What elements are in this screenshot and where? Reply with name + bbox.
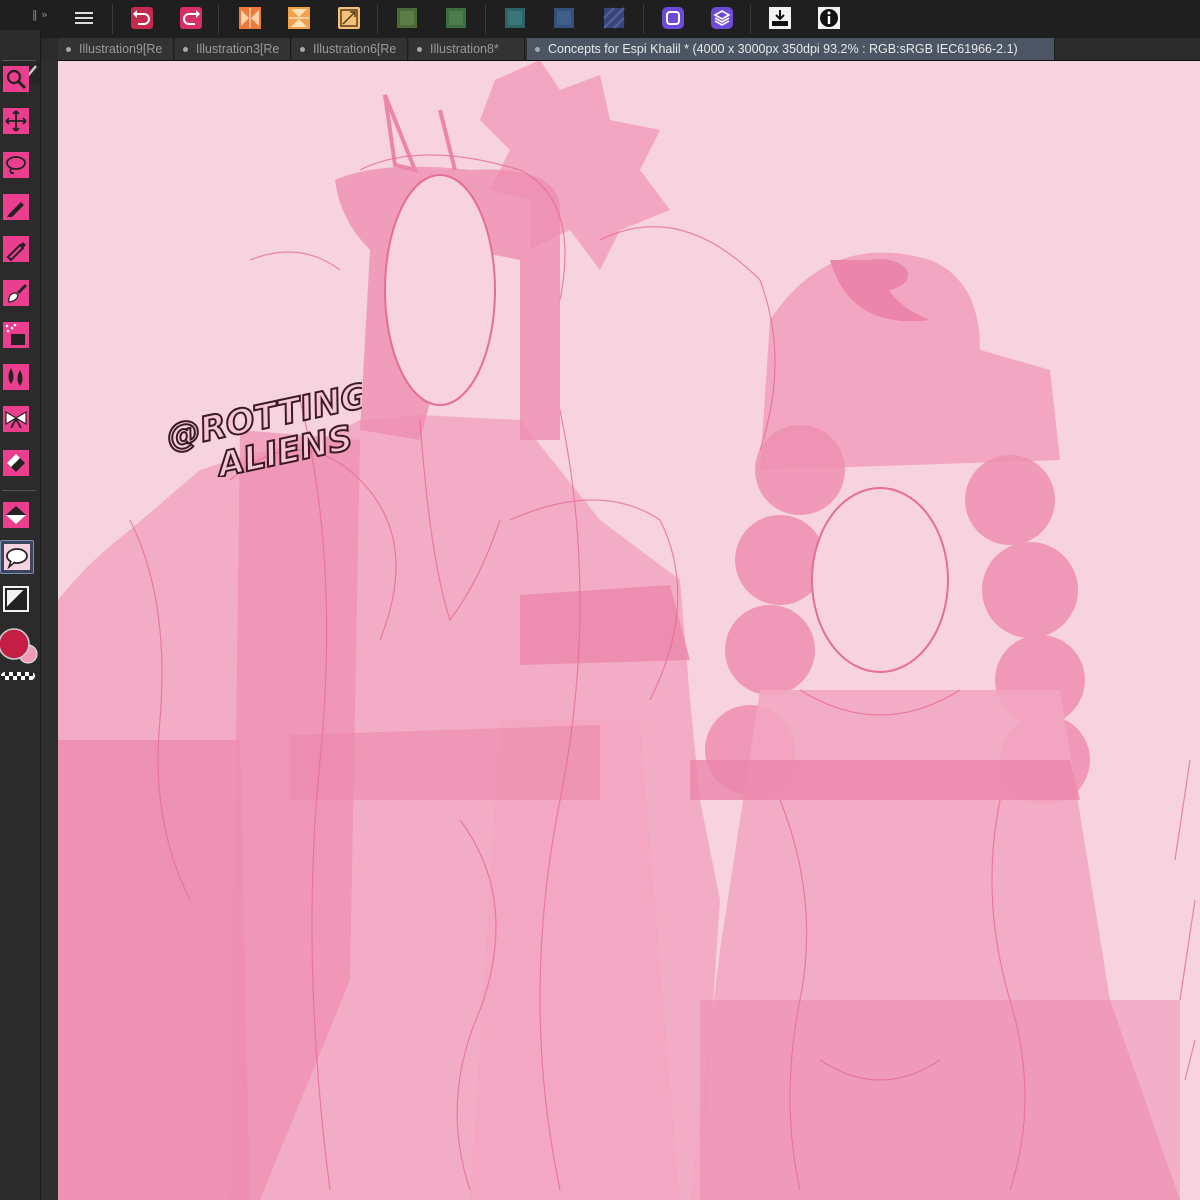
zoom-tool[interactable] — [3, 66, 29, 92]
panel-grip-icon[interactable]: ‖ » — [32, 6, 56, 22]
decoration-tool-icon — [3, 406, 29, 432]
tab-illustration9[interactable]: Illustration9[Re — [58, 38, 174, 60]
tab-illustration8[interactable]: Illustration8* — [409, 38, 525, 60]
fill-tool-icon — [3, 502, 29, 528]
tool-palette: ≡ — [0, 30, 41, 1200]
info-button[interactable] — [817, 6, 841, 30]
undo-button[interactable] — [130, 6, 154, 30]
drawing-canvas[interactable]: @ROTTING ALIENS — [58, 61, 1200, 1200]
eraser-tool-icon — [3, 450, 29, 476]
command-bar: ‖ » — [0, 0, 1200, 38]
pencil-tool[interactable] — [3, 236, 29, 262]
color-indicator[interactable] — [0, 624, 40, 684]
flip-vertical-icon — [288, 7, 310, 29]
fit-canvas-icon — [338, 7, 360, 29]
decoration-tool[interactable] — [3, 406, 29, 432]
zoom-tool-icon — [3, 66, 29, 92]
blend-tool-icon — [3, 364, 29, 390]
airbrush-tool[interactable] — [3, 322, 29, 348]
tab-illustration3[interactable]: Illustration3[Re — [175, 38, 291, 60]
flip-vertical-button[interactable] — [287, 6, 311, 30]
document-tab-bar: Illustration9[Re Illustration3[Re Illust… — [58, 38, 1200, 61]
lasso-tool[interactable] — [3, 152, 29, 178]
layers-icon — [711, 7, 733, 29]
redo-button[interactable] — [179, 6, 203, 30]
export-button[interactable] — [768, 6, 792, 30]
eraser-tool[interactable] — [3, 450, 29, 476]
blend-tool[interactable] — [3, 364, 29, 390]
balloon-tool-icon — [4, 544, 30, 570]
layer-color-icon — [446, 8, 466, 28]
transparent-color-swatch[interactable] — [1, 672, 35, 680]
brush-tool-icon — [3, 280, 29, 306]
menu-icon — [75, 12, 93, 24]
layer-color-icon — [603, 7, 625, 29]
fill-tool[interactable] — [3, 502, 29, 528]
layer-property-button[interactable] — [661, 6, 685, 30]
layer-property-icon — [662, 7, 684, 29]
brush-tool[interactable] — [3, 280, 29, 306]
move-tool-icon — [3, 108, 29, 134]
artist-watermark: @ROTTING ALIENS — [162, 375, 362, 477]
pen-tool-icon — [3, 194, 29, 220]
palette-edge — [41, 60, 58, 1200]
info-icon — [818, 7, 840, 29]
airbrush-tool-icon — [3, 322, 29, 348]
flip-horizontal-icon — [239, 7, 261, 29]
frame-tool-icon — [3, 586, 29, 612]
flip-horizontal-button[interactable] — [238, 6, 262, 30]
layer-color-button-5[interactable] — [602, 6, 626, 30]
balloon-tool[interactable] — [0, 540, 34, 574]
layer-color-button-3[interactable] — [503, 6, 527, 30]
pencil-tool-icon — [3, 236, 29, 262]
layer-color-icon — [397, 8, 417, 28]
move-tool[interactable] — [3, 108, 29, 134]
sketch-artwork — [58, 61, 1200, 1200]
lasso-tool-icon — [3, 152, 29, 178]
fit-canvas-button[interactable] — [337, 6, 361, 30]
layer-color-button-4[interactable] — [552, 6, 576, 30]
layer-color-button-2[interactable] — [444, 6, 468, 30]
pen-tool[interactable] — [3, 194, 29, 220]
redo-icon — [180, 7, 202, 29]
layer-color-icon — [505, 8, 525, 28]
menu-button[interactable] — [72, 6, 96, 30]
undo-icon — [131, 7, 153, 29]
layers-button[interactable] — [710, 6, 734, 30]
tab-illustration6[interactable]: Illustration6[Re — [292, 38, 408, 60]
layer-color-icon — [554, 8, 574, 28]
main-color-swatch[interactable] — [0, 628, 30, 660]
export-icon — [769, 7, 791, 29]
tab-concepts-for-espi-khalil[interactable]: Concepts for Espi Khalil * (4000 x 3000p… — [527, 38, 1055, 60]
frame-tool[interactable] — [3, 586, 29, 612]
layer-color-button-1[interactable] — [395, 6, 419, 30]
svg-text:‖ »: ‖ » — [32, 8, 48, 21]
